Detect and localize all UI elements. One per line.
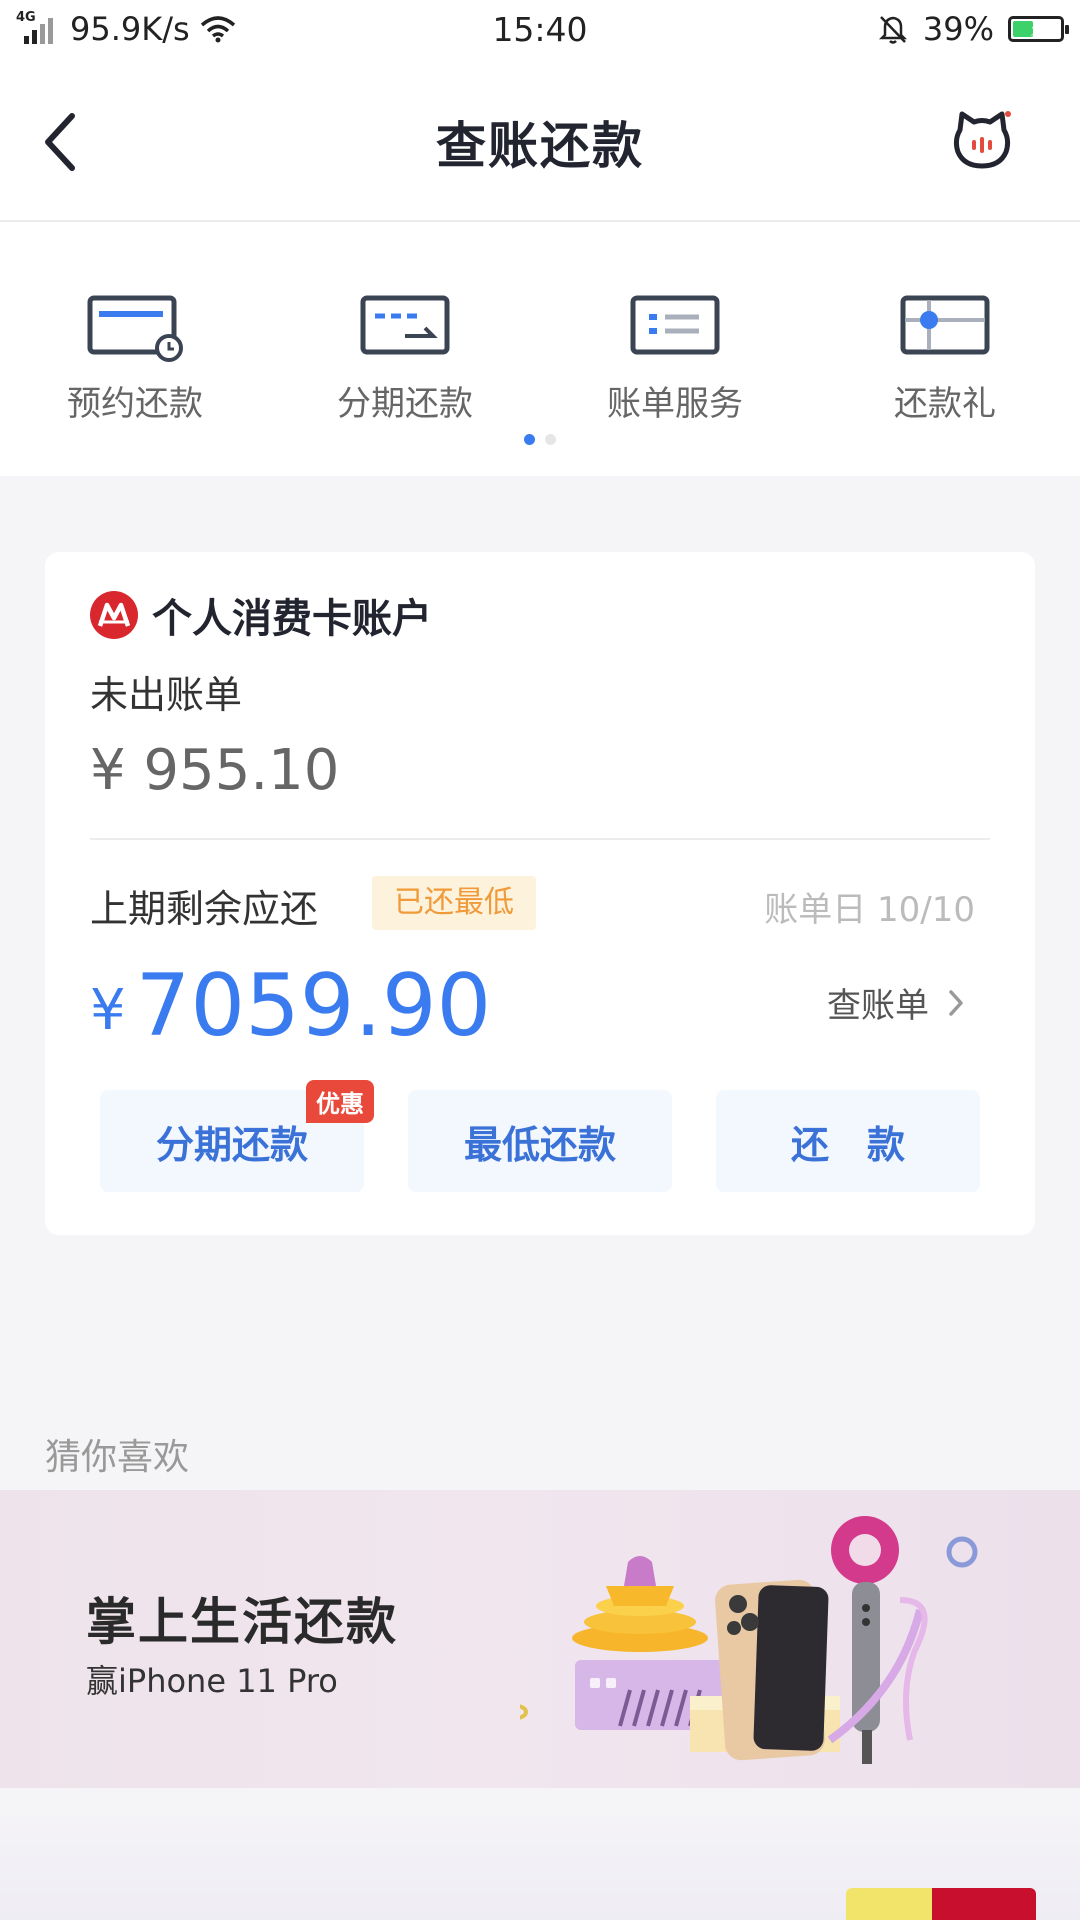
page-dot — [545, 434, 556, 445]
button-label: 最低还款 — [463, 1122, 616, 1167]
quick-item-repay-gift[interactable]: 还款礼 — [810, 292, 1080, 425]
promo-tag: 优惠 — [306, 1080, 374, 1123]
gift-icon — [900, 295, 990, 355]
installment-card-icon — [360, 295, 450, 355]
status-badge: 已还最低 — [372, 876, 536, 930]
wifi-icon — [200, 16, 235, 43]
page-title: 查账还款 — [436, 117, 644, 175]
check-bill-label: 查账单 — [827, 986, 929, 1026]
promo-banner-2[interactable] — [0, 1816, 1080, 1920]
previous-balance-label: 上期剩余应还 — [90, 887, 319, 931]
unbilled-label: 未出账单 — [90, 673, 243, 717]
repay-actions: 分期还款 优惠 最低还款 还 款 — [100, 1080, 980, 1192]
card-header: 个人消费卡账户 — [90, 586, 432, 644]
bill-date: 账单日 10/10 — [764, 890, 975, 930]
assistant-button[interactable] — [950, 108, 1014, 172]
repay-button[interactable]: 还 款 — [716, 1090, 980, 1192]
bank-badge-left — [846, 1888, 933, 1920]
account-title: 个人消费卡账户 — [152, 596, 432, 642]
due-amount-value: 7059.90 — [135, 956, 492, 1056]
nav-bar: 查账还款 — [0, 58, 1080, 222]
bill-list-icon — [630, 295, 720, 355]
button-label: 分期还款 — [155, 1122, 308, 1167]
signal-icon: 4G — [16, 10, 60, 46]
quick-menu: 预约还款 分期还款 账单服务 还款礼 — [0, 222, 1080, 476]
check-bill-link[interactable]: 查账单 — [827, 978, 965, 1027]
status-bar: 4G 95.9K/s 15:40 39% ⚡ — [0, 0, 1080, 58]
page-dot-active — [524, 434, 535, 445]
page-indicator — [0, 434, 1080, 445]
minimum-repay-button[interactable]: 最低还款 — [408, 1090, 672, 1192]
quick-item-installment[interactable]: 分期还款 — [270, 292, 540, 425]
quick-item-label: 预约还款 — [67, 384, 203, 424]
battery-charging-icon: ⚡ — [1008, 16, 1069, 42]
scheduled-card-icon — [87, 295, 183, 362]
quick-item-label: 账单服务 — [607, 384, 743, 424]
prize-illustration — [520, 1516, 978, 1764]
quick-item-scheduled-repay[interactable]: 预约还款 — [0, 292, 270, 425]
back-button[interactable] — [36, 102, 96, 182]
bank-badge-right — [932, 1888, 1036, 1920]
banner-title: 掌上生活还款 — [86, 1592, 398, 1651]
promo-banner[interactable]: 掌上生活还款 赢iPhone 11 Pro — [0, 1490, 1080, 1788]
battery-percent: 39% — [922, 10, 994, 48]
bell-muted-icon — [878, 16, 907, 44]
button-label: 还 款 — [790, 1122, 905, 1167]
back-arrow-icon — [45, 113, 75, 171]
quick-item-bill-service[interactable]: 账单服务 — [540, 292, 810, 425]
divider — [90, 838, 990, 840]
chevron-right-icon — [949, 989, 963, 1016]
due-amount: ¥7059.90 — [90, 956, 491, 1056]
network-speed: 95.9K/s — [70, 10, 190, 48]
currency-symbol: ¥ — [90, 978, 126, 1043]
cat-assistant-icon — [953, 111, 1011, 169]
quick-item-label: 分期还款 — [337, 384, 473, 424]
unbilled-amount: ¥ 955.10 — [90, 738, 340, 803]
bank-badge — [846, 1888, 1036, 1920]
section-title: 猜你喜欢 — [45, 1437, 190, 1478]
account-card: 个人消费卡账户 未出账单 ¥ 955.10 上期剩余应还 已还最低 账单日 10… — [45, 552, 1035, 1235]
quick-item-label: 还款礼 — [894, 384, 996, 424]
banner-subtitle: 赢iPhone 11 Pro — [86, 1662, 338, 1700]
installment-repay-button[interactable]: 分期还款 优惠 — [100, 1080, 374, 1192]
cmb-bank-logo-icon — [90, 591, 138, 639]
